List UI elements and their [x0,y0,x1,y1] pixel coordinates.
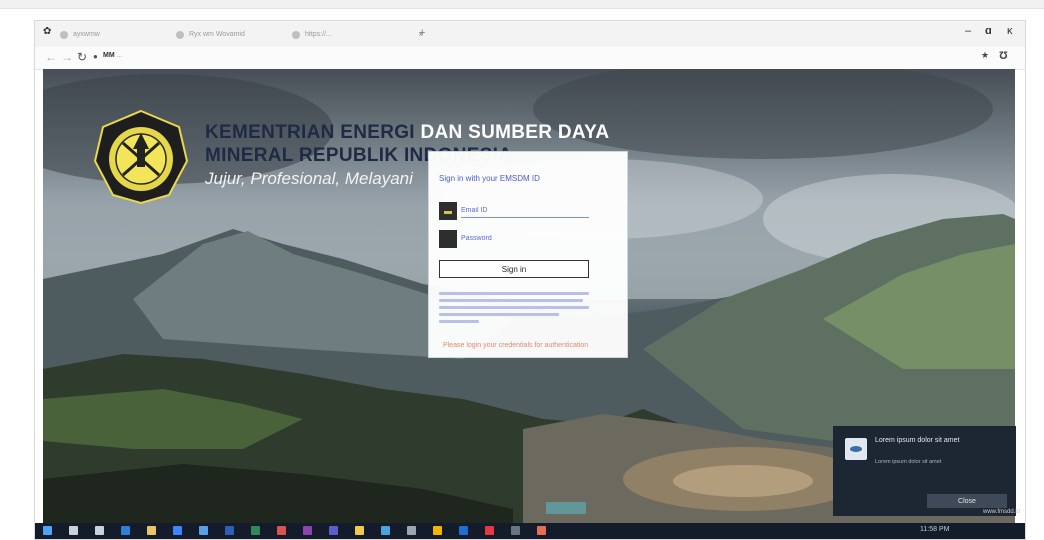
browser-tab[interactable]: Ryx wm Wovamid × [173,27,299,43]
taskbar-settings-icon[interactable] [407,526,416,535]
notification-app-icon [845,438,867,460]
taskbar-teams-icon[interactable] [329,526,338,535]
taskbar-start-icon[interactable] [43,526,52,535]
browser-logo-icon: ✿ [43,26,52,37]
password-row [439,230,589,248]
browser-tabstrip: ✿ ayxwmw × Ryx wm Wovamid × https://... … [35,21,1025,47]
windows-taskbar: 11:58 PM [35,523,1025,539]
url-field[interactable]: MM ... [103,52,122,59]
bookmark-star-icon[interactable]: ★ [981,50,989,61]
notification-close-button[interactable]: Close [927,494,1007,508]
taskbar-mail-icon[interactable] [199,526,208,535]
key-icon [439,230,457,248]
sign-in-button[interactable]: Sign in [439,260,589,278]
taskbar-store-icon[interactable] [173,526,182,535]
tab-favicon-icon [292,31,300,39]
close-window-button[interactable]: ĸ [1007,25,1013,37]
lock-icon: ● [93,52,98,61]
login-card: Sign in with your EMSDM ID Sign in Pleas… [428,151,628,358]
email-field[interactable] [461,204,589,216]
taskbar-powerpoint-icon[interactable] [277,526,286,535]
tab-favicon-icon [60,31,68,39]
scan-edge [0,0,1044,9]
minimize-button[interactable]: – [965,25,971,37]
taskbar-edge-icon[interactable] [121,526,130,535]
ministry-title-line1: KEMENTRIAN ENERGI [205,122,415,143]
watermark-text: www.fmsdd.id [983,509,1021,515]
email-row [439,202,589,220]
taskbar-chrome-icon[interactable] [355,526,364,535]
taskbar-acrobat-icon[interactable] [485,526,494,535]
system-tray-clock[interactable]: 11:58 PM [920,526,949,533]
fine-print-text [439,292,589,327]
back-arrow-icon[interactable]: ← [45,50,57,64]
forward-arrow-icon[interactable]: → [61,50,73,64]
notification-toast: Lorem ipsum dolor sit amet Lorem ipsum d… [833,426,1016,516]
tab-title: Ryx wm Wovamid [189,31,245,38]
tab-title: https://... [305,31,332,38]
taskbar-onenote-icon[interactable] [303,526,312,535]
taskbar-photos-icon[interactable] [381,526,390,535]
address-bar: ← → ↻ ● MM ... ★ Ʊ [35,47,1025,70]
taskbar-word-icon[interactable] [225,526,234,535]
credentials-permission-link[interactable]: Please login your credentials for authen… [443,342,588,349]
restore-button[interactable]: ɑ [985,25,992,37]
browser-tab[interactable]: https://... × [289,27,425,43]
taskbar-outlook-icon[interactable] [459,526,468,535]
taskbar-search-icon[interactable] [69,526,78,535]
browser-tab[interactable]: ayxwmw × [57,27,183,43]
profile-icon[interactable]: Ʊ [999,50,1008,62]
reload-icon[interactable]: ↻ [77,50,87,64]
ministry-title-line1-highlight: DAN SUMBER DAYA [420,122,610,143]
taskbar-paint-icon[interactable] [537,526,546,535]
taskbar-excel-icon[interactable] [251,526,260,535]
taskbar-camera-icon[interactable] [511,526,520,535]
taskbar-explorer-icon[interactable] [433,526,442,535]
url-host: MM [103,52,115,59]
tab-favicon-icon [176,31,184,39]
user-icon [439,202,457,220]
password-field[interactable] [461,232,589,244]
email-underline [461,217,589,218]
notification-body: Lorem ipsum dolor sit amet [875,459,942,465]
notification-title: Lorem ipsum dolor sit amet [875,437,960,444]
ministry-seal-logo [93,109,189,205]
taskbar-files-icon[interactable] [147,526,156,535]
desktop-screen: ✿ ayxwmw × Ryx wm Wovamid × https://... … [34,20,1026,540]
url-path: ... [116,52,123,59]
tab-title: ayxwmw [73,31,100,38]
new-tab-button[interactable]: + [419,27,425,39]
login-heading: Sign in with your EMSDM ID [439,174,540,183]
taskbar-task-view-icon[interactable] [95,526,104,535]
ministry-tagline: Jujur, Profesional, Melayani [205,169,413,188]
